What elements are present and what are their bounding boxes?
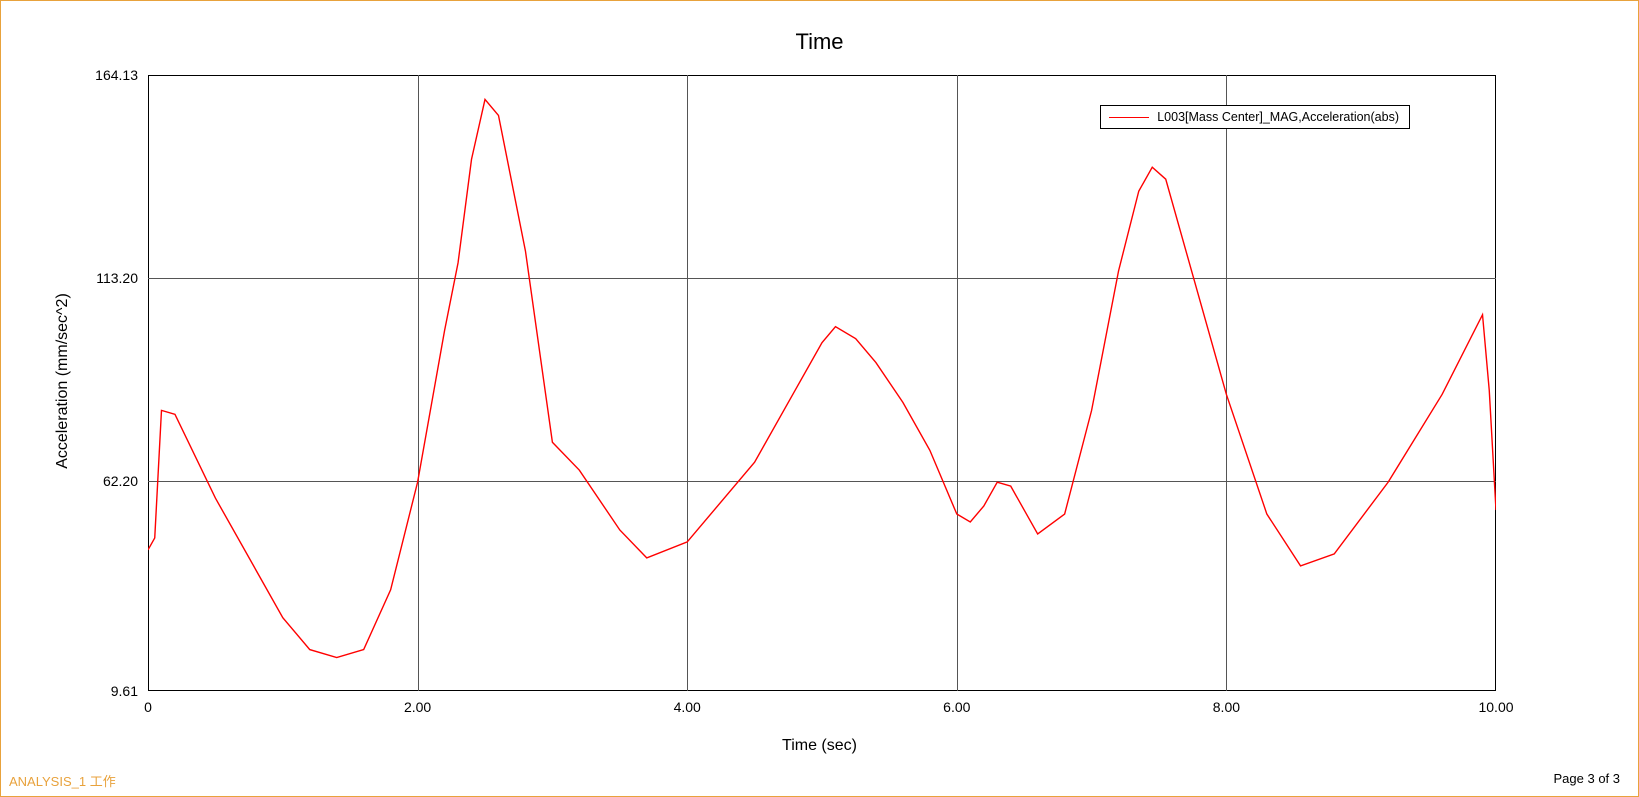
y-tick-label: 164.13 <box>95 67 138 83</box>
page-indicator: Page 3 of 3 <box>1554 771 1621 786</box>
x-tick-label: 10.00 <box>1478 699 1513 715</box>
x-tick-label: 2.00 <box>404 699 431 715</box>
x-tick-label: 0 <box>144 699 152 715</box>
chart-title: Time <box>1 29 1638 55</box>
x-tick-label: 6.00 <box>943 699 970 715</box>
plot-area: 164.13 113.20 62.20 9.61 0 2.00 4.00 6.0… <box>148 75 1496 691</box>
x-tick-label: 4.00 <box>674 699 701 715</box>
y-tick-label: 113.20 <box>96 270 138 286</box>
x-tick-label: 8.00 <box>1213 699 1240 715</box>
y-tick-label: 62.20 <box>103 473 138 489</box>
chart-frame: Time Acceleration (mm/sec^2) Time (sec) … <box>0 0 1639 797</box>
footer-analysis-label: ANALYSIS_1 工作 <box>9 771 116 790</box>
y-axis-label: Acceleration (mm/sec^2) <box>54 293 72 469</box>
y-tick-label: 9.61 <box>111 683 138 699</box>
x-axis-label: Time (sec) <box>1 737 1638 755</box>
series-line <box>148 75 1496 691</box>
